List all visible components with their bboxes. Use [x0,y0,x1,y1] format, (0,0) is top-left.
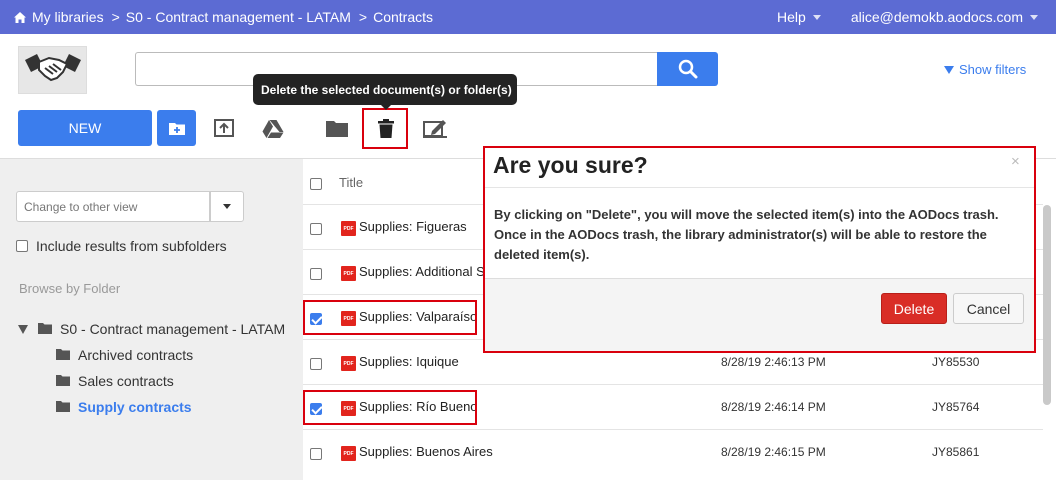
chevron-down-icon [223,204,231,209]
pdf-icon: PDF [341,221,356,236]
chevron-down-icon [1030,14,1038,20]
tree-item-sales-contracts[interactable]: Sales contracts [56,373,174,389]
search-button[interactable] [657,52,718,86]
move-to-folder-button[interactable] [323,114,351,142]
sidebar: Change to other view Include results fro… [0,158,303,480]
google-drive-icon [262,119,284,138]
selected-row-highlight [303,300,477,335]
document-date: 8/28/19 2:46:13 PM [721,355,826,369]
tree-item-supply-contracts[interactable]: Supply contracts [56,399,192,415]
expand-triangle-icon[interactable] [18,324,28,334]
tree-item-label: Archived contracts [78,347,194,363]
user-email: alice@demokb.aodocs.com [850,9,1023,25]
view-select-placeholder: Change to other view [24,199,138,214]
document-title[interactable]: Supplies: Iquique [359,354,459,369]
tree-root-label: S0 - Contract management - LATAM [60,321,286,337]
dialog-footer [485,278,1034,351]
dialog-message: By clicking on "Delete", you will move t… [494,207,999,262]
breadcrumb-contracts[interactable]: Contracts [373,9,433,25]
document-title[interactable]: Supplies: Buenos Aires [359,444,493,459]
top-bar: My libraries > S0 - Contract management … [0,0,1056,34]
new-folder-button[interactable] [157,110,196,146]
upload-icon [214,119,234,137]
document-date: 8/28/19 2:46:15 PM [721,445,826,459]
tree-root-folder[interactable]: S0 - Contract management - LATAM [18,321,285,337]
dialog-title: Are you sure? [493,152,648,178]
show-filters-link[interactable]: Show filters [944,62,1026,77]
breadcrumb-my-libraries[interactable]: My libraries [32,9,104,25]
google-drive-button[interactable] [259,114,287,142]
help-menu[interactable]: Help [777,9,821,25]
browse-by-folder-label: Browse by Folder [19,281,121,296]
new-button[interactable]: NEW [18,110,152,146]
new-button-label: NEW [68,120,102,136]
delete-button-label: Delete [893,300,935,317]
document-title[interactable]: Supplies: Additional S [359,264,485,279]
view-select[interactable]: Change to other view [16,191,210,222]
user-menu[interactable]: alice@demokb.aodocs.com [851,9,1038,25]
include-subfolders-option[interactable]: Include results from subfolders [16,238,227,254]
breadcrumb-library[interactable]: S0 - Contract management - LATAM [126,9,351,25]
delete-tooltip: Delete the selected document(s) or folde… [253,74,517,105]
edit-icon [423,120,447,138]
close-icon[interactable]: × [1011,153,1020,170]
folder-icon [56,347,70,363]
breadcrumb-separator: > [111,9,120,25]
cancel-button-label: Cancel [966,300,1011,317]
tree-item-label: Supply contracts [78,399,192,415]
pdf-icon: PDF [341,266,356,281]
row-checkbox[interactable] [310,448,322,460]
delete-button-highlight [362,108,408,149]
tree-item-archived-contracts[interactable]: Archived contracts [56,347,193,363]
tree-item-label: Sales contracts [78,373,174,389]
cancel-button[interactable]: Cancel [953,293,1024,324]
table-row[interactable]: PDF Supplies: Buenos Aires 8/28/19 2:46:… [303,429,1043,474]
document-ref: JY85530 [932,355,980,369]
confirm-delete-button[interactable]: Delete [881,293,947,324]
library-logo [18,46,87,94]
document-ref: JY85764 [932,400,980,414]
document-date: 8/28/19 2:46:14 PM [721,400,826,414]
row-checkbox[interactable] [310,358,322,370]
title-column-header[interactable]: Title [339,175,363,190]
folder-icon [56,399,70,415]
tooltip-text: Delete the selected document(s) or folde… [261,82,512,97]
triangle-down-icon [944,65,954,74]
chevron-down-icon [812,14,821,20]
include-subfolders-label: Include results from subfolders [36,238,227,254]
document-title[interactable]: Supplies: Figueras [359,219,467,234]
select-all-checkbox[interactable] [310,178,322,190]
upload-button[interactable] [210,114,238,142]
breadcrumb-separator: > [358,9,368,25]
new-folder-icon [168,122,185,135]
pdf-icon: PDF [341,446,356,461]
include-subfolders-checkbox[interactable] [16,240,28,252]
delete-confirm-dialog: Are you sure? × By clicking on "Delete",… [483,146,1036,353]
row-checkbox[interactable] [310,268,322,280]
search-icon [678,59,697,79]
edit-button[interactable] [421,114,449,142]
folder-icon [38,321,52,337]
document-ref: JY85861 [932,445,980,459]
show-filters-label: Show filters [959,62,1027,77]
view-select-dropdown-button[interactable] [210,191,244,222]
handshake-icon [24,54,81,82]
pdf-icon: PDF [341,356,356,371]
folder-icon [56,373,70,389]
move-to-folder-icon [326,120,348,137]
dialog-divider [485,187,1034,188]
tooltip-arrow [381,105,391,110]
row-checkbox[interactable] [310,223,322,235]
list-scrollbar[interactable] [1043,205,1051,405]
breadcrumb: My libraries > S0 - Contract management … [0,9,441,25]
help-label: Help [777,9,806,25]
home-icon[interactable] [14,11,26,23]
selected-row-highlight [303,390,477,425]
